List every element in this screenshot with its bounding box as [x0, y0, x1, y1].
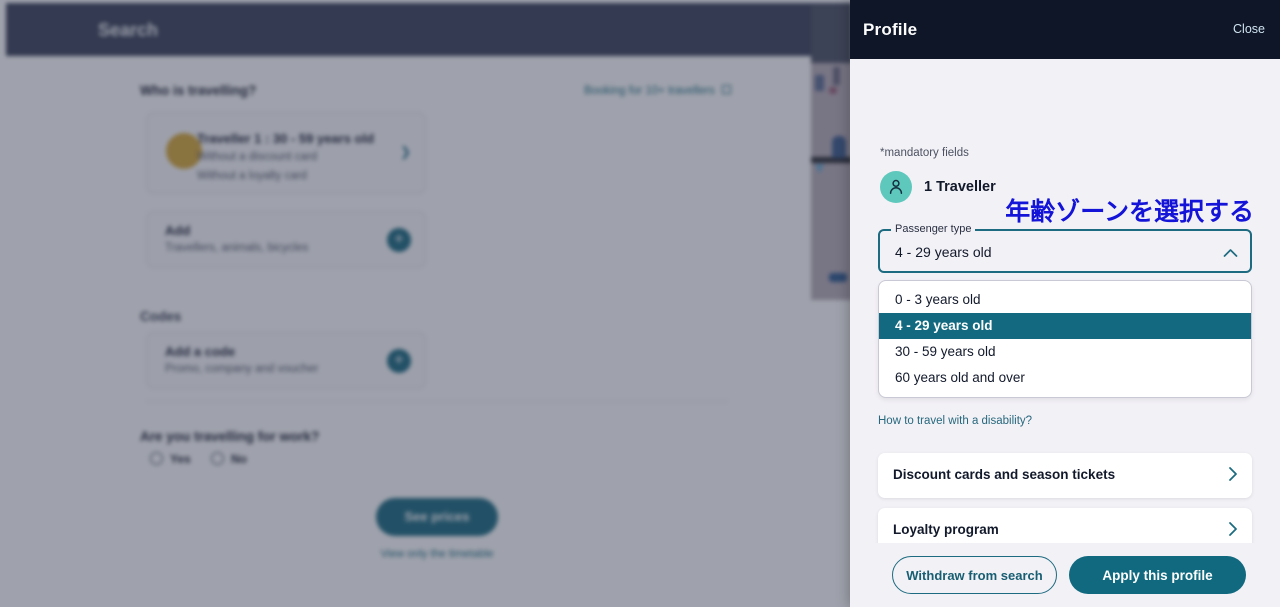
- see-prices-button[interactable]: See prices: [376, 498, 498, 536]
- traveller-count-row: 1 Traveller: [880, 171, 996, 203]
- apply-this-profile-button[interactable]: Apply this profile: [1069, 556, 1246, 594]
- search-topbar-title: Search: [98, 20, 159, 40]
- option-30-59[interactable]: 30 - 59 years old: [879, 339, 1251, 365]
- loyalty-program-row[interactable]: Loyalty program: [878, 508, 1252, 543]
- view-timetable-link[interactable]: View only the timetable: [377, 548, 497, 560]
- code-card-subtitle: Promo, company and voucher: [165, 363, 319, 375]
- booking-10plus-label: Booking for 10+ travellers: [584, 85, 715, 97]
- work-travel-question: Are you travelling for work?: [140, 429, 320, 444]
- discount-cards-row[interactable]: Discount cards and season tickets: [878, 453, 1252, 498]
- profile-panel: Profile Close *mandatory fields 1 Travel…: [850, 0, 1280, 607]
- annotation-text: 年齢ゾーンを選択する: [1005, 197, 1254, 226]
- mandatory-fields-note: *mandatory fields: [880, 147, 969, 159]
- codes-heading: Codes: [140, 309, 182, 324]
- app-root: Search Who is travelling? Booking for 10…: [0, 0, 1280, 607]
- chevron-right-icon: ❯: [400, 144, 411, 159]
- loyalty-program-label: Loyalty program: [893, 522, 999, 537]
- profile-panel-body: *mandatory fields 1 Traveller 年齢ゾーンを選択する…: [850, 59, 1280, 543]
- traveller-discount-line: Without a discount card: [197, 151, 318, 163]
- passenger-type-value: 4 - 29 years old: [895, 244, 992, 260]
- add-card-subtitle: Travellers, animals, bicycles: [165, 242, 309, 254]
- option-0-3[interactable]: 0 - 3 years old: [879, 287, 1251, 313]
- code-card-title: Add a code: [165, 344, 236, 359]
- search-topbar: Search: [6, 3, 852, 56]
- person-icon: [880, 171, 912, 203]
- radio-no[interactable]: [211, 452, 224, 465]
- passenger-type-select[interactable]: Passenger type 4 - 29 years old: [878, 223, 1252, 273]
- chevron-up-icon: [1223, 245, 1238, 263]
- plus-circle-icon[interactable]: +: [387, 349, 411, 373]
- option-60-over[interactable]: 60 years old and over: [879, 365, 1251, 391]
- chevron-right-icon: [1227, 465, 1239, 488]
- plus-circle-icon[interactable]: +: [387, 228, 411, 252]
- external-link-icon: [721, 85, 731, 94]
- booking-10plus-link[interactable]: Booking for 10+ travellers: [584, 85, 731, 97]
- who-is-travelling-heading: Who is travelling?: [140, 83, 257, 98]
- radio-yes[interactable]: [150, 452, 163, 465]
- disability-travel-link[interactable]: How to travel with a disability?: [878, 415, 1032, 427]
- divider: [146, 401, 728, 402]
- passenger-type-label: Passenger type: [891, 223, 976, 235]
- option-4-29[interactable]: 4 - 29 years old: [879, 313, 1251, 339]
- radio-yes-label: Yes: [170, 452, 191, 466]
- chevron-right-icon: [1227, 520, 1239, 543]
- profile-panel-header: Profile Close: [850, 0, 1280, 59]
- profile-panel-title: Profile: [863, 20, 918, 39]
- profile-panel-footer: Withdraw from search Apply this profile: [850, 543, 1280, 607]
- hero-photo: [811, 5, 852, 300]
- close-button[interactable]: Close: [1233, 22, 1265, 36]
- search-page-background: Search Who is travelling? Booking for 10…: [0, 0, 852, 607]
- add-code-card[interactable]: Add a code Promo, company and voucher +: [146, 332, 426, 389]
- discount-cards-label: Discount cards and season tickets: [893, 467, 1116, 482]
- radio-no-label: No: [231, 452, 247, 466]
- add-travellers-card[interactable]: Add Travellers, animals, bicycles +: [146, 211, 426, 268]
- traveller-card[interactable]: Traveller 1 : 30 - 59 years old Without …: [146, 112, 426, 194]
- search-page-body: Who is travelling? Booking for 10+ trave…: [6, 56, 852, 607]
- withdraw-from-search-button[interactable]: Withdraw from search: [892, 556, 1057, 594]
- passenger-type-options-list[interactable]: 0 - 3 years old 4 - 29 years old 30 - 59…: [878, 280, 1252, 398]
- traveller-loyalty-line: Without a loyalty card: [197, 170, 307, 182]
- add-card-title: Add: [165, 223, 191, 238]
- traveller-count-label: 1 Traveller: [924, 179, 996, 195]
- traveller-title: Traveller 1 : 30 - 59 years old: [197, 131, 375, 146]
